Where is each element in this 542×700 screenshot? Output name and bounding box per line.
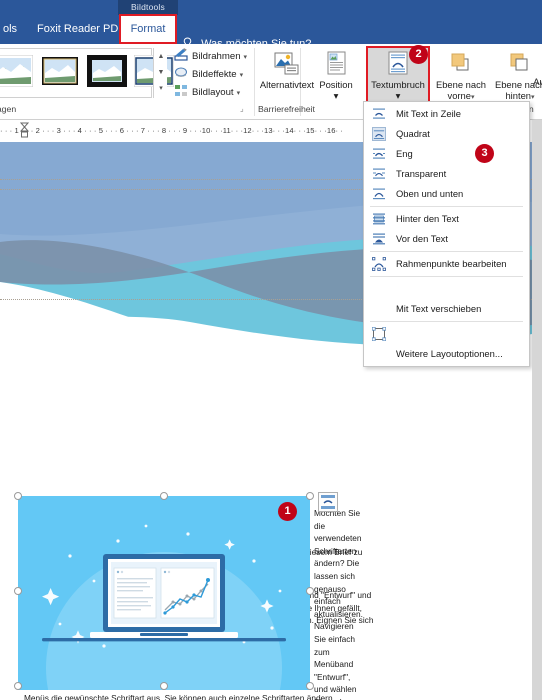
menu-item-transparent[interactable]: Transparent (364, 164, 529, 184)
menu-item-label: Transparent (396, 168, 447, 179)
menu-separator (370, 206, 523, 207)
menu-item-weitere-layoutoptionen[interactable] (364, 324, 529, 344)
bildlayout-label: Bildlayout (192, 87, 234, 98)
resize-handle-sw[interactable] (14, 682, 22, 690)
position-icon (321, 51, 351, 77)
textumbruch-dropdown[interactable]: Mit Text in Zeile Quadrat Eng Transparen… (363, 101, 530, 367)
menu-item-label: Oben und unten (396, 188, 464, 199)
picture-style-thumb[interactable] (0, 54, 34, 88)
picture-border-icon (174, 48, 188, 62)
menu-separator (370, 276, 523, 277)
group-label-barrierefreiheit: Barrierefreiheit (258, 104, 315, 114)
resize-handle-se[interactable] (306, 682, 314, 690)
context-tab-group-label: Bildtools (118, 0, 178, 15)
bildrahmen-button[interactable]: Bildrahmen ▾ (174, 48, 247, 66)
layout-options-button[interactable] (318, 492, 338, 512)
menu-item-mit-text-in-zeile[interactable]: Mit Text in Zeile (364, 104, 529, 124)
ebene-nach-vorne-button[interactable]: Ebene nach vorne▾ (430, 48, 492, 103)
menu-item-label: Quadrat (396, 128, 430, 139)
wrap-infront-icon (372, 232, 386, 246)
ribbon-tab-bar: Bildtools ols Foxit Reader PDF Format Wa… (0, 0, 542, 50)
menu-item-als-standardlayout-festlegen[interactable]: Weitere Layoutoptionen... (364, 344, 529, 364)
selected-picture-laptop-illustration[interactable] (18, 496, 310, 690)
wrap-square-icon (372, 127, 386, 141)
resize-handle-e[interactable] (306, 587, 314, 595)
resize-handle-n[interactable] (160, 492, 168, 500)
resize-handle-nw[interactable] (14, 492, 22, 500)
picture-layout-icon (174, 84, 188, 98)
step-badge-3: 3 (475, 144, 494, 163)
menu-item-rahmenpunkte-bearbeiten[interactable]: Rahmenpunkte bearbeiten (364, 254, 529, 274)
menu-item-mit-text-verschieben[interactable] (364, 279, 529, 299)
menu-separator (370, 321, 523, 322)
tab-format[interactable]: Format (120, 15, 176, 44)
bring-forward-icon (446, 51, 476, 77)
bildrahmen-label: Bildrahmen (192, 51, 241, 62)
resize-handle-s[interactable] (160, 682, 168, 690)
wrap-tight-icon (372, 147, 386, 161)
chevron-down-icon[interactable]: ▾ (240, 72, 244, 79)
position-label: Position (319, 79, 353, 90)
menu-item-label: Weitere Layoutoptionen... (396, 348, 503, 359)
dialog-launcher-icon[interactable]: ⌟ (240, 104, 244, 113)
chevron-down-icon[interactable]: ▾ (244, 54, 248, 61)
menu-item-quadrat[interactable]: Quadrat (364, 124, 529, 144)
step-badge-2: 2 (409, 45, 428, 64)
paragraph-bottom-clipped[interactable]: Menüs die gewünschte Schriftart aus. Sie… (24, 692, 364, 700)
position-button[interactable]: Position ▾ (305, 48, 367, 103)
resize-handle-w[interactable] (14, 587, 22, 595)
bildeffekte-label: Bildeffekte (192, 69, 237, 80)
ebene-vorne-label-1: Ebene nach (435, 79, 487, 90)
picture-effects-icon (174, 66, 188, 80)
chevron-down-icon[interactable]: ▾ (368, 90, 428, 101)
tab-foxit-reader-pdf[interactable]: Foxit Reader PDF (28, 15, 134, 44)
menu-item-position-auf-seite-fixieren[interactable]: Mit Text verschieben (364, 299, 529, 319)
chevron-down-icon[interactable]: ▾ (305, 90, 367, 101)
auswahl-label: Au (533, 76, 542, 87)
group-label-bildformatvorlagen: rlagen (0, 104, 17, 114)
gallery-scroll-down-icon[interactable]: ▼ (154, 65, 168, 81)
edit-wrap-points-icon (372, 257, 386, 271)
textumbruch-label: Textumbruch (371, 79, 425, 90)
menu-item-label: Mit Text verschieben (396, 303, 482, 314)
menu-item-vor-den-text[interactable]: Vor den Text (364, 229, 529, 249)
picture-style-thumb[interactable] (87, 55, 127, 87)
menu-item-label: Mit Text in Zeile (396, 108, 461, 119)
selected-picture-wrapper[interactable] (14, 492, 314, 690)
menu-item-label: Eng (396, 148, 413, 159)
picture-styles-gallery[interactable] (0, 48, 175, 98)
bildlayout-button[interactable]: Bildlayout ▾ (174, 84, 240, 102)
wrap-inline-icon (372, 107, 386, 121)
gallery-more-icon[interactable]: ▾ (154, 81, 168, 97)
resize-handle-ne[interactable] (306, 492, 314, 500)
wrap-topbottom-icon (372, 187, 386, 201)
tab-row: ols Foxit Reader PDF Format Was möchten … (0, 15, 542, 50)
menu-item-eng[interactable]: Eng (364, 144, 529, 164)
tab-tools-partial[interactable]: ols (0, 15, 26, 44)
step-badge-1: 1 (278, 502, 297, 521)
paragraph-wrapped-side-text[interactable]: Möchten Sie die verwendeten Schriftarten… (314, 507, 364, 700)
menu-item-hinter-den-text[interactable]: Hinter den Text (364, 209, 529, 229)
page-gutter (532, 120, 542, 700)
menu-item-label: Vor den Text (396, 233, 448, 244)
wrap-through-icon (372, 167, 386, 181)
gallery-scroll-controls[interactable]: ▲ ▼ ▾ (153, 48, 167, 98)
chevron-down-icon[interactable]: ▾ (237, 90, 241, 97)
chevron-down-icon[interactable]: ▾ (471, 94, 475, 101)
bildeffekte-button[interactable]: Bildeffekte ▾ (174, 66, 243, 84)
menu-item-oben-und-unten[interactable]: Oben und unten (364, 184, 529, 204)
picture-style-thumb[interactable] (40, 55, 80, 87)
gallery-scroll-up-icon[interactable]: ▲ (154, 49, 168, 65)
wrap-behind-icon (372, 212, 386, 226)
word-window: Bildtools ols Foxit Reader PDF Format Wa… (0, 0, 542, 700)
indent-marker[interactable] (19, 122, 30, 140)
menu-separator (370, 251, 523, 252)
alt-text-icon (272, 51, 302, 77)
layout-options-icon (371, 326, 387, 342)
menu-item-label: Hinter den Text (396, 213, 459, 224)
auswahlbereich-button-partial[interactable]: Au (524, 48, 542, 103)
menu-item-label: Rahmenpunkte bearbeiten (396, 258, 507, 269)
